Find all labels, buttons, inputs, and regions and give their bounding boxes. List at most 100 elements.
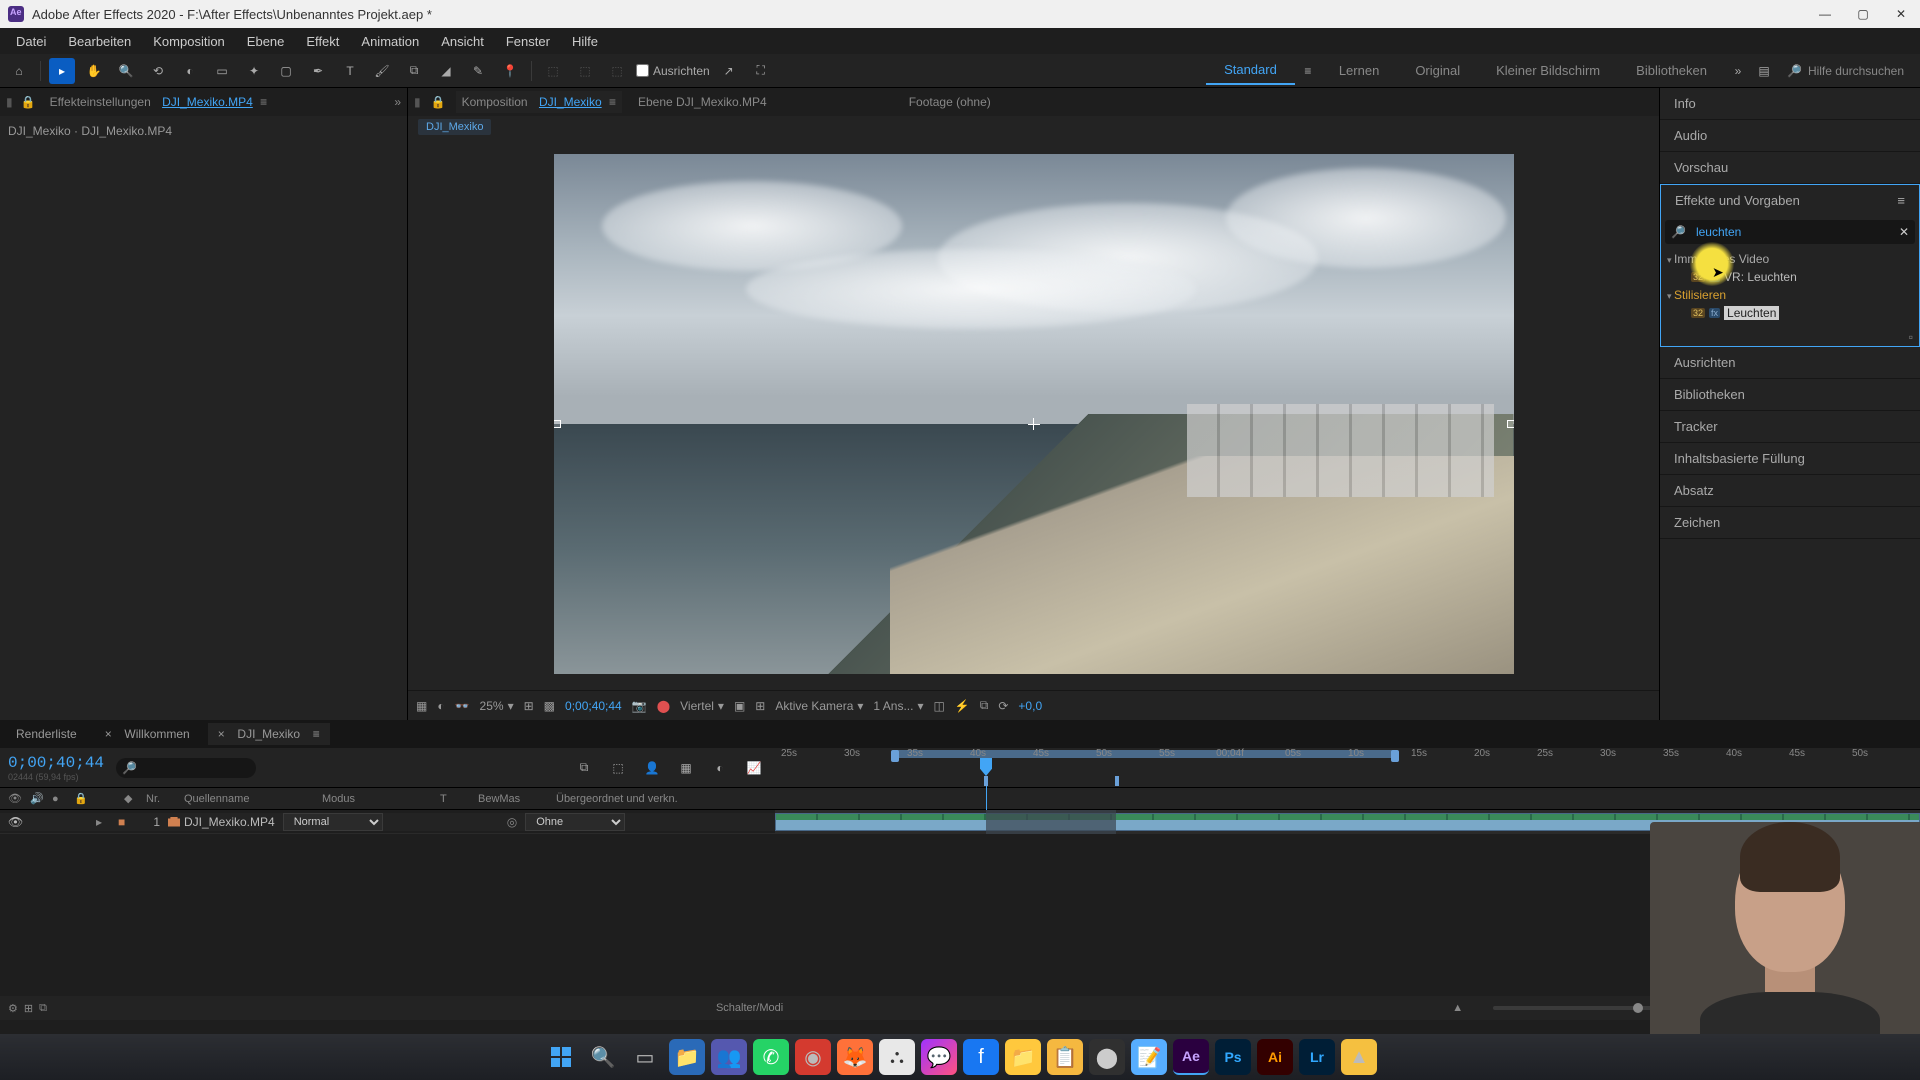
menu-fenster[interactable]: Fenster [496,30,560,53]
timeline-tab-renderliste[interactable]: Renderliste [6,723,87,745]
exposure-value[interactable]: +0,0 [1018,699,1042,713]
effects-panel-title[interactable]: Effekte und Vorgaben [1675,193,1800,208]
taskbar-app4-icon[interactable]: ▲ [1341,1039,1377,1075]
taskbar-app-icon[interactable]: ◉ [795,1039,831,1075]
transparency-icon[interactable]: ▩ [544,699,555,713]
tree-item-vr-leuchten[interactable]: 32fxVR: Leuchten [1667,268,1915,286]
panel-grip-icon[interactable]: ▮ [414,95,421,109]
taskbar-taskview-icon[interactable]: ▭ [627,1039,663,1075]
panel-tracker[interactable]: Tracker [1660,411,1920,443]
panel-vorschau[interactable]: Vorschau [1660,152,1920,184]
new-bin-icon[interactable]: ▫ [1909,330,1913,344]
menu-ansicht[interactable]: Ansicht [431,30,494,53]
local-axis-icon[interactable]: ⬚ [540,58,566,84]
tree-category-immersive[interactable]: Immersives Video [1667,250,1915,268]
blend-mode-select[interactable]: Normal [283,813,383,831]
taskbar-facebook-icon[interactable]: f [963,1039,999,1075]
parent-pickwhip-icon[interactable]: ◎ [507,815,517,829]
menu-effekt[interactable]: Effekt [296,30,349,53]
zoom-select[interactable]: 25% ▾ [480,699,514,713]
snap-toggle[interactable]: Ausrichten [636,64,710,78]
toggle-switches-icon[interactable]: ⚙ [8,1002,18,1015]
home-button[interactable]: ⌂ [6,58,32,84]
lock-icon[interactable]: 🔒 [431,95,446,109]
frame-blend-icon[interactable]: ▦ [673,755,699,781]
timeline-tab-comp[interactable]: × DJI_Mexiko ≡ [208,723,330,745]
menu-komposition[interactable]: Komposition [143,30,235,53]
shy-icon[interactable]: 👤 [639,755,665,781]
flowchart-icon[interactable]: ⧉ [980,698,989,713]
shape-tool[interactable]: ▢ [273,58,299,84]
taskbar-notepad-icon[interactable]: 📝 [1131,1039,1167,1075]
zoom-tool[interactable]: 🔍 [113,58,139,84]
workspace-standard[interactable]: Standard [1206,56,1295,85]
taskbar-folder-icon[interactable]: 📁 [1005,1039,1041,1075]
panel-audio[interactable]: Audio [1660,120,1920,152]
current-timecode[interactable]: 0;00;40;44 [8,754,104,772]
bounding-box-icon[interactable]: ⛶ [748,58,774,84]
rotate-tool[interactable]: ◐ [177,58,203,84]
switches-modes-label[interactable]: Schalter/Modi [716,1002,783,1014]
panel-menu-icon[interactable]: ≡ [1897,193,1905,208]
grid-icon[interactable]: ▦ [416,699,427,713]
resolution-icon[interactable]: ⊞ [524,699,534,713]
menu-bearbeiten[interactable]: Bearbeiten [58,30,141,53]
viewer-tab-composition[interactable]: Komposition DJI_Mexiko ≡ [456,91,622,113]
panel-absatz[interactable]: Absatz [1660,475,1920,507]
effect-controls-tab[interactable]: Effekteinstellungen DJI_Mexiko.MP4 ≡ [44,91,274,113]
time-ruler[interactable]: 25s 30s 35s 40s 45s 50s 55s 00;04f 05s 1… [775,748,1920,776]
clear-search-icon[interactable]: ✕ [1893,225,1915,239]
label-column-icon[interactable]: ◆ [124,792,138,805]
roi-icon[interactable]: ▣ [734,699,745,713]
taskbar-photoshop-icon[interactable]: Ps [1215,1039,1251,1075]
taskbar-messenger-icon[interactable]: 💬 [921,1039,957,1075]
comp-flowchart-icon[interactable]: ⧉ [571,755,597,781]
camera-tool[interactable]: ▭ [209,58,235,84]
taskbar-obs-icon[interactable]: ⬤ [1089,1039,1125,1075]
taskbar-lightroom-icon[interactable]: Lr [1299,1039,1335,1075]
resolution-select[interactable]: Viertel ▾ [680,699,724,713]
transform-handle[interactable] [1507,420,1514,428]
timeline-search[interactable]: 🔎 [116,758,256,778]
zoom-out-icon[interactable]: ▲ [1452,1002,1463,1014]
timeline-tab-willkommen[interactable]: × Willkommen [95,723,200,745]
region-start-marker[interactable] [984,776,988,786]
toggle-in-out-icon[interactable]: ⧉ [39,1002,47,1015]
taskbar-explorer-icon[interactable]: 📁 [669,1039,705,1075]
anchor-point-icon[interactable] [1028,418,1040,430]
brush-tool[interactable]: 🖌 [369,58,395,84]
taskbar-aftereffects-icon[interactable]: Ae [1173,1039,1209,1075]
effects-search[interactable]: 🔎 ✕ [1665,220,1915,244]
toggle-icon[interactable]: 👓 [455,699,470,713]
layer-expand-icon[interactable]: ▸ [96,815,110,829]
panel-ausrichten[interactable]: Ausrichten [1660,347,1920,379]
menu-ebene[interactable]: Ebene [237,30,295,53]
panel-bibliotheken[interactable]: Bibliotheken [1660,379,1920,411]
anchor-tool[interactable]: ✦ [241,58,267,84]
grid-overlay-icon[interactable]: ⊞ [755,699,765,713]
tree-category-stilisieren[interactable]: Stilisieren [1667,286,1915,304]
solo-column-icon[interactable]: ● [52,793,66,805]
minimize-button[interactable]: — [1818,7,1832,21]
hand-tool[interactable]: ✋ [81,58,107,84]
preview-frame[interactable] [554,154,1514,674]
workspace-kleiner[interactable]: Kleiner Bildschirm [1478,57,1618,84]
menu-hilfe[interactable]: Hilfe [562,30,608,53]
lock-column-icon[interactable]: 🔒 [74,792,88,805]
pixel-aspect-icon[interactable]: ◫ [933,699,944,713]
panel-grip-icon[interactable]: ▮ [6,95,13,109]
taskbar-teams-icon[interactable]: 👥 [711,1039,747,1075]
taskbar-app2-icon[interactable]: ⛬ [879,1039,915,1075]
viewer-tab-footage[interactable]: Footage (ohne) [903,91,997,113]
maximize-button[interactable]: ▢ [1856,7,1870,21]
workspace-original[interactable]: Original [1397,57,1478,84]
view-axis-icon[interactable]: ⬚ [604,58,630,84]
parent-select[interactable]: Ohne [525,813,625,831]
world-axis-icon[interactable]: ⬚ [572,58,598,84]
panel-overflow-icon[interactable]: » [394,95,401,109]
work-area-start[interactable] [891,750,899,762]
exposure-reset-icon[interactable]: ⟳ [998,699,1008,713]
taskbar-illustrator-icon[interactable]: Ai [1257,1039,1293,1075]
effects-search-input[interactable] [1692,225,1893,239]
toggle-modes-icon[interactable]: ⊞ [24,1002,33,1015]
